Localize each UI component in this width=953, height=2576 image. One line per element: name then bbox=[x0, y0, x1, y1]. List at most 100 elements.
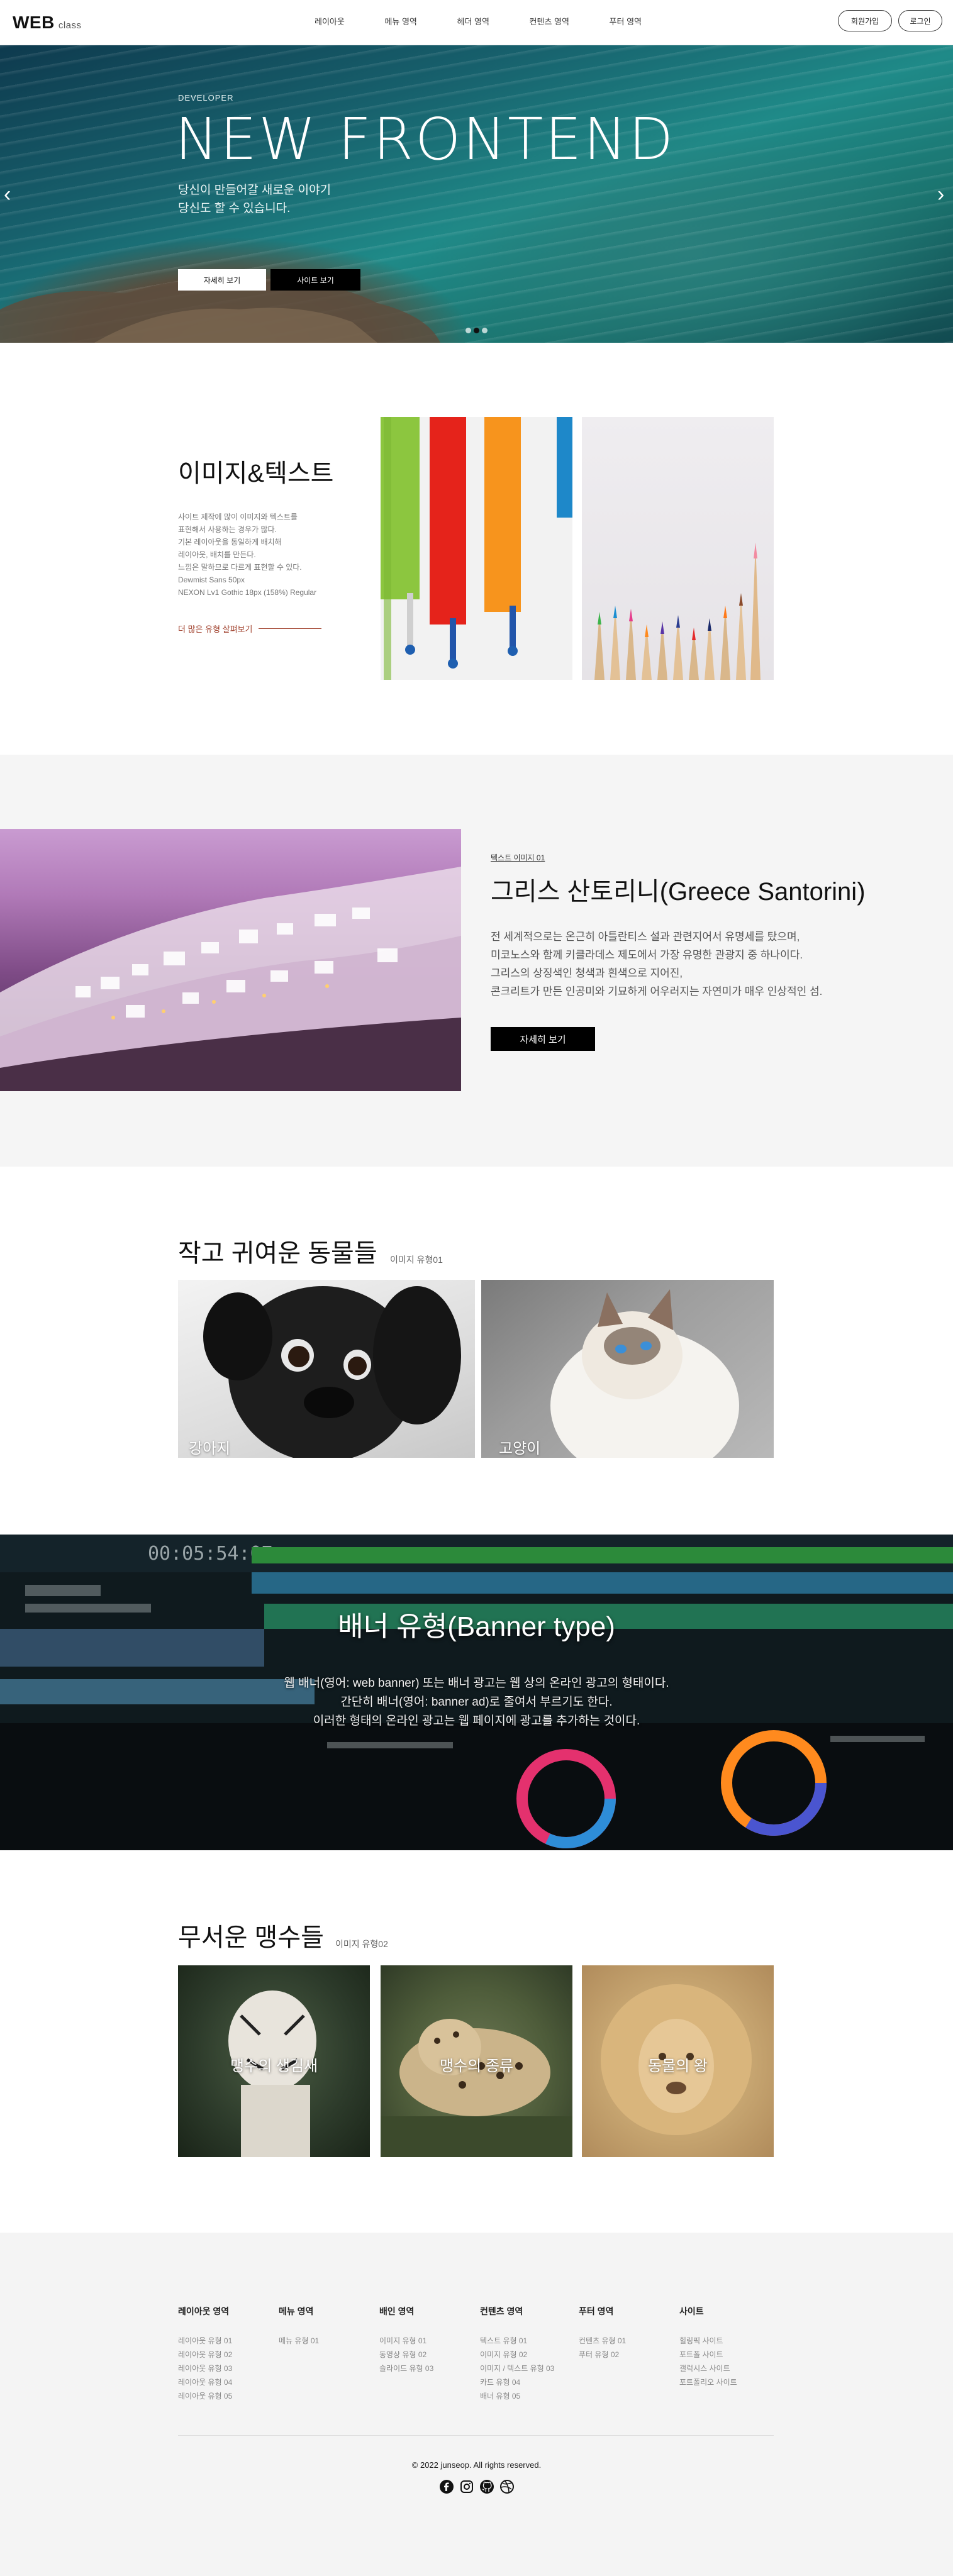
footer-column-main: 배인 영역 이미지 유형 01 동영상 유형 02 슬라이드 유형 03 bbox=[379, 2305, 474, 2375]
hero-slider bbox=[0, 45, 953, 343]
footer-column-title: 컨텐츠 영역 bbox=[480, 2306, 523, 2316]
footer-link[interactable]: 레이아웃 유형 04 bbox=[178, 2375, 272, 2389]
nav-item-menu[interactable]: 메뉴 영역 bbox=[384, 15, 416, 27]
dog-image[interactable] bbox=[178, 1280, 475, 1458]
desc-line: 레이아웃, 배치를 만든다. bbox=[178, 550, 256, 559]
paint-rollers-image bbox=[381, 417, 572, 680]
facebook-icon[interactable] bbox=[439, 2479, 454, 2494]
tiger-card-label: 맹수의 생김새 bbox=[230, 2058, 318, 2075]
slide-dot[interactable] bbox=[465, 328, 471, 333]
desc-line: Dewmist Sans 50px bbox=[178, 575, 245, 584]
footer-link[interactable]: 갤럭시스 사이트 bbox=[679, 2362, 774, 2375]
github-icon[interactable] bbox=[479, 2479, 494, 2494]
santorini-eyebrow: 텍스트 이미지 01 bbox=[491, 853, 545, 862]
footer-column-title: 사이트 bbox=[679, 2306, 704, 2316]
hero-rocks-image bbox=[0, 279, 440, 343]
desc-line: 콘크리트가 만든 인공미와 기묘하게 어우러지는 자연미가 매우 인상적인 섬. bbox=[491, 985, 823, 997]
hero-more-button[interactable]: 자세히 보기 bbox=[178, 269, 266, 291]
footer-link[interactable]: 카드 유형 04 bbox=[480, 2375, 574, 2389]
santorini-image bbox=[0, 829, 461, 1091]
leopard-card-label: 맹수의 종류 bbox=[439, 2058, 514, 2075]
footer-link[interactable]: 푸터 유형 02 bbox=[579, 2348, 673, 2362]
big-cats-title: 무서운 맹수들 bbox=[178, 1924, 324, 1951]
colored-pencils-image bbox=[582, 417, 774, 680]
footer-link[interactable]: 슬라이드 유형 03 bbox=[379, 2362, 474, 2375]
footer-link[interactable]: 이미지 유형 02 bbox=[480, 2348, 574, 2362]
banner-description: 웹 배너(영어: web banner) 또는 배너 광고는 웹 상의 온라인 … bbox=[0, 1674, 953, 1731]
desc-line: 사이트 제작에 많이 이미지와 텍스트를 bbox=[178, 513, 298, 521]
instagram-icon[interactable] bbox=[459, 2479, 474, 2494]
footer-column-menu: 메뉴 영역 메뉴 유형 01 bbox=[279, 2305, 373, 2348]
nav-item-layout[interactable]: 레이아웃 bbox=[315, 15, 345, 27]
nav-item-footer[interactable]: 푸터 영역 bbox=[610, 15, 642, 27]
desc-line: 이러한 형태의 온라인 광고는 웹 페이지에 광고를 추가하는 것이다. bbox=[313, 1714, 640, 1728]
footer-link[interactable]: 레이아웃 유형 05 bbox=[178, 2389, 272, 2403]
image-text-title: 이미지&텍스트 bbox=[178, 460, 334, 487]
footer-column-content: 컨텐츠 영역 텍스트 유형 01 이미지 유형 02 이미지 / 텍스트 유형 … bbox=[480, 2305, 574, 2403]
footer-link[interactable]: 레이아웃 유형 03 bbox=[178, 2362, 272, 2375]
desc-line: 간단히 배너(영어: banner ad)로 줄여서 부르기도 한다. bbox=[340, 1696, 613, 1709]
more-types-link[interactable]: 더 많은 유형 살펴보기 bbox=[178, 623, 322, 635]
footer-link[interactable]: 레이아웃 유형 02 bbox=[178, 2348, 272, 2362]
cat-image[interactable] bbox=[481, 1280, 774, 1458]
big-cats-subtitle: 이미지 유형02 bbox=[335, 1939, 388, 1949]
footer-link[interactable]: 배너 유형 05 bbox=[480, 2389, 574, 2403]
dribbble-icon[interactable] bbox=[499, 2479, 515, 2494]
footer-column-title: 배인 영역 bbox=[379, 2306, 415, 2316]
hero-title: NEW FRONTEND bbox=[175, 106, 676, 173]
prev-slide-icon[interactable]: ‹ bbox=[4, 182, 11, 207]
desc-line: 웹 배너(영어: web banner) 또는 배너 광고는 웹 상의 온라인 … bbox=[284, 1677, 669, 1690]
footer-link[interactable]: 컨텐츠 유형 01 bbox=[579, 2334, 673, 2348]
copyright: © 2022 junseop. All rights reserved. bbox=[411, 2460, 542, 2470]
footer-link[interactable]: 동영상 유형 02 bbox=[379, 2348, 474, 2362]
hero-site-button[interactable]: 사이트 보기 bbox=[270, 269, 360, 291]
footer-link[interactable]: 이미지 / 텍스트 유형 03 bbox=[480, 2362, 574, 2375]
login-button[interactable]: 로그인 bbox=[898, 10, 942, 31]
nav-item-header[interactable]: 헤더 영역 bbox=[457, 15, 489, 27]
hero-desc-line: 당신도 할 수 있습니다. bbox=[178, 202, 291, 215]
desc-line: 미코노스와 함께 키클라데스 제도에서 가장 유명한 관광지 중 하나이다. bbox=[491, 949, 803, 961]
desc-line: 표현해서 사용하는 경우가 많다. bbox=[178, 525, 277, 534]
footer-column-title: 메뉴 영역 bbox=[279, 2306, 314, 2316]
desc-line: 느낌은 말하므로 다르게 표현할 수 있다. bbox=[178, 563, 302, 572]
footer-column-title: 푸터 영역 bbox=[579, 2306, 614, 2316]
site-logo[interactable]: WEB class bbox=[13, 13, 82, 33]
hero-desc-line: 당신이 만들어갈 새로운 이야기 bbox=[178, 184, 332, 197]
lion-card-label: 동물의 왕 bbox=[648, 2058, 708, 2075]
desc-line: NEXON Lv1 Gothic 18px (158%) Regular bbox=[178, 588, 317, 597]
santorini-more-button[interactable]: 자세히 보기 bbox=[491, 1027, 595, 1051]
footer-link[interactable]: 포트폴리오 사이트 bbox=[679, 2375, 774, 2389]
main-nav: 레이아웃 메뉴 영역 헤더 영역 컨텐츠 영역 푸터 영역 bbox=[315, 15, 642, 27]
desc-line: 전 세계적으로는 온근히 아틀란티스 설과 관련지어서 유명세를 탔으며, bbox=[491, 931, 800, 943]
footer-column-sites: 사이트 힐링픽 사이트 포트폴 사이트 갤럭시스 사이트 포트폴리오 사이트 bbox=[679, 2305, 774, 2389]
footer-link[interactable]: 이미지 유형 01 bbox=[379, 2334, 474, 2348]
slide-dot-active[interactable] bbox=[474, 328, 479, 333]
footer-link[interactable]: 텍스트 유형 01 bbox=[480, 2334, 574, 2348]
hero-description: 당신이 만들어갈 새로운 이야기 당신도 할 수 있습니다. bbox=[178, 181, 367, 218]
santorini-title: 그리스 산토리니(Greece Santorini) bbox=[491, 878, 866, 906]
desc-line: 기본 레이아웃을 동일하게 배치해 bbox=[178, 538, 282, 547]
link-underline bbox=[259, 628, 322, 629]
hero-eyebrow: DEVELOPER bbox=[178, 93, 234, 103]
image-text-description: 사이트 제작에 많이 이미지와 텍스트를 표현해서 사용하는 경우가 많다. 기… bbox=[178, 511, 367, 599]
join-button[interactable]: 회원가입 bbox=[838, 10, 892, 31]
santorini-description: 전 세계적으로는 온근히 아틀란티스 설과 관련지어서 유명세를 탔으며, 미코… bbox=[491, 928, 918, 1001]
footer-column-title: 레이아웃 영역 bbox=[178, 2306, 230, 2316]
site-footer bbox=[0, 2233, 953, 2576]
cat-caption: 고양이 bbox=[499, 1440, 541, 1457]
animals-subtitle: 이미지 유형01 bbox=[390, 1255, 443, 1265]
site-header: WEB class 레이아웃 메뉴 영역 헤더 영역 컨텐츠 영역 푸터 영역 회… bbox=[0, 0, 953, 45]
nav-item-content[interactable]: 컨텐츠 영역 bbox=[530, 15, 569, 27]
dog-caption: 강아지 bbox=[189, 1440, 231, 1457]
next-slide-icon[interactable]: › bbox=[937, 182, 944, 207]
footer-link[interactable]: 포트폴 사이트 bbox=[679, 2348, 774, 2362]
footer-link[interactable]: 레이아웃 유형 01 bbox=[178, 2334, 272, 2348]
more-types-label: 더 많은 유형 살펴보기 bbox=[178, 625, 253, 634]
banner-title: 배너 유형(Banner type) bbox=[338, 1611, 615, 1642]
animals-title: 작고 귀여운 동물들 bbox=[178, 1240, 377, 1267]
slide-dot[interactable] bbox=[482, 328, 488, 333]
footer-column-layout: 레이아웃 영역 레이아웃 유형 01 레이아웃 유형 02 레이아웃 유형 03… bbox=[178, 2305, 272, 2403]
footer-link[interactable]: 메뉴 유형 01 bbox=[279, 2334, 373, 2348]
footer-link[interactable]: 힐링픽 사이트 bbox=[679, 2334, 774, 2348]
footer-divider bbox=[178, 2435, 774, 2436]
